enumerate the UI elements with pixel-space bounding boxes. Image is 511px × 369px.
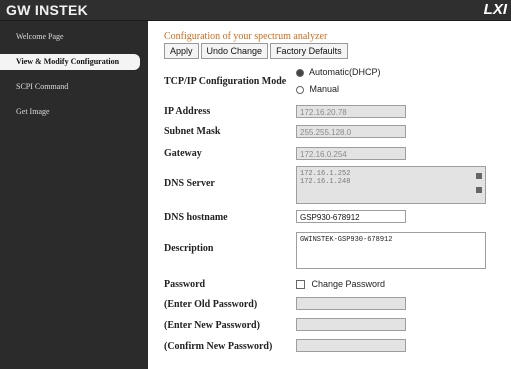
tcpip-mode-label: TCP/IP Configuration Mode [164,76,287,87]
lxi-logo: LXI [483,1,507,18]
sidebar-item-scpi-command[interactable]: SCPI Command [0,79,140,95]
change-password-checkbox[interactable]: Change Password [296,279,386,290]
password-label: Password [164,279,206,290]
old-password-label: (Enter Old Password) [164,299,258,310]
dns-server-field[interactable]: 172.16.1.252 172.16.1.248 [296,166,486,204]
ip-address-field[interactable]: 172.16.20.78 [296,105,406,118]
header-bar: GW INSTEK LXI [0,0,511,21]
ip-address-label: IP Address [164,106,211,117]
sidebar-item-get-image[interactable]: Get Image [0,104,140,120]
checkbox-icon [296,280,305,290]
dns-hostname-field[interactable]: GSP930-678912 [296,210,406,223]
description-field[interactable]: GWINSTEK-GSP930-678912 [296,232,486,269]
dns-server-line-1: 172.16.1.252 [300,170,351,178]
page-title: Configuration of your spectrum analyzer [164,31,328,42]
new-password-field[interactable] [296,318,406,331]
new-password-label: (Enter New Password) [164,320,260,331]
apply-button[interactable]: Apply [164,43,199,59]
scroll-down-icon[interactable] [476,187,482,193]
change-password-label: Change Password [311,279,386,289]
main-panel: Configuration of your spectrum analyzer … [148,21,511,369]
toolbar: Apply Undo Change Factory Defaults [164,43,350,59]
radio-manual-label: Manual [309,84,340,94]
sidebar-item-welcome-page[interactable]: Welcome Page [0,29,140,45]
confirm-password-label: (Confirm New Password) [164,341,273,352]
radio-selected-icon [296,68,304,77]
gateway-field[interactable]: 172.16.0.254 [296,147,406,160]
logo: GW INSTEK [6,2,89,18]
factory-defaults-button[interactable]: Factory Defaults [270,43,348,59]
radio-unselected-icon [296,85,304,94]
dns-hostname-label: DNS hostname [164,212,228,223]
radio-manual[interactable]: Manual [296,84,339,94]
subnet-mask-field[interactable]: 255.255.128.0 [296,125,406,138]
radio-automatic-dhcp[interactable]: Automatic(DHCP) [296,67,381,77]
old-password-field[interactable] [296,297,406,310]
description-label: Description [164,243,214,254]
radio-automatic-label: Automatic(DHCP) [309,67,381,77]
undo-change-button[interactable]: Undo Change [200,43,269,59]
subnet-mask-label: Subnet Mask [164,126,221,137]
sidebar: Welcome Page View & Modify Configuration… [0,21,148,369]
dns-server-line-2: 172.16.1.248 [300,178,351,186]
sidebar-item-view-modify-configuration[interactable]: View & Modify Configuration [0,54,140,70]
gateway-label: Gateway [164,148,202,159]
dns-server-label: DNS Server [164,178,215,189]
scroll-up-icon[interactable] [476,173,482,179]
confirm-password-field[interactable] [296,339,406,352]
